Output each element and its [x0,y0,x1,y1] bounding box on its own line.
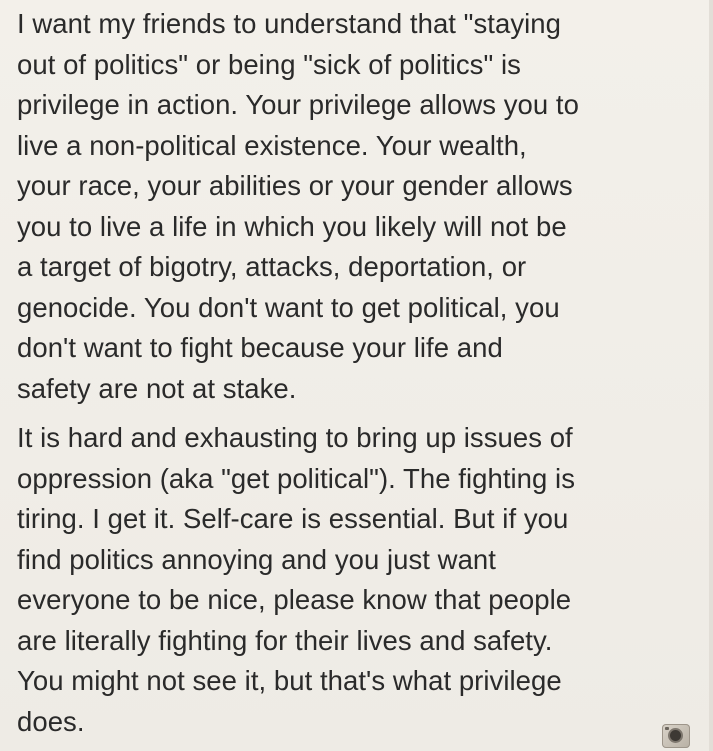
paragraph-2: It is hard and exhausting to bring up is… [17,418,705,742]
text-line: privilege in action. Your privilege allo… [17,89,579,120]
text-post: I want my friends to understand that "st… [0,0,713,751]
text-line: You might not see it, but that's what pr… [17,665,562,696]
text-line: out of politics" or being "sick of polit… [17,48,521,80]
text-line: It is hard and exhausting to bring up is… [17,422,573,453]
text-line: find politics annoying and you just want [17,543,496,575]
text-line: does. [17,705,85,737]
text-line: tiring. I get it. Self-care is essential… [17,503,569,534]
text-line: don't want to fight because your life an… [17,332,503,363]
camera-flash [665,727,669,730]
camera-icon [662,724,690,748]
text-line: are literally fighting for their lives a… [17,624,553,656]
text-line: everyone to be nice, please know that pe… [17,584,572,615]
text-line: safety are not at stake. [17,372,297,404]
text-line: a target of bigotry, attacks, deportatio… [17,251,527,282]
text-line: you to live a life in which you likely w… [17,210,567,242]
text-line: live a non-political existence. Your wea… [17,129,527,161]
text-line: your race, your abilities or your gender… [17,170,573,201]
post-body: I want my friends to understand that "st… [17,4,705,742]
text-line: genocide. You don't want to get politica… [17,291,560,323]
right-edge-strip [709,0,713,751]
text-line: I want my friends to understand that "st… [17,8,561,39]
text-line: oppression (aka "get political"). The fi… [17,462,576,494]
paragraph-1: I want my friends to understand that "st… [17,4,705,409]
camera-lens [670,730,681,741]
